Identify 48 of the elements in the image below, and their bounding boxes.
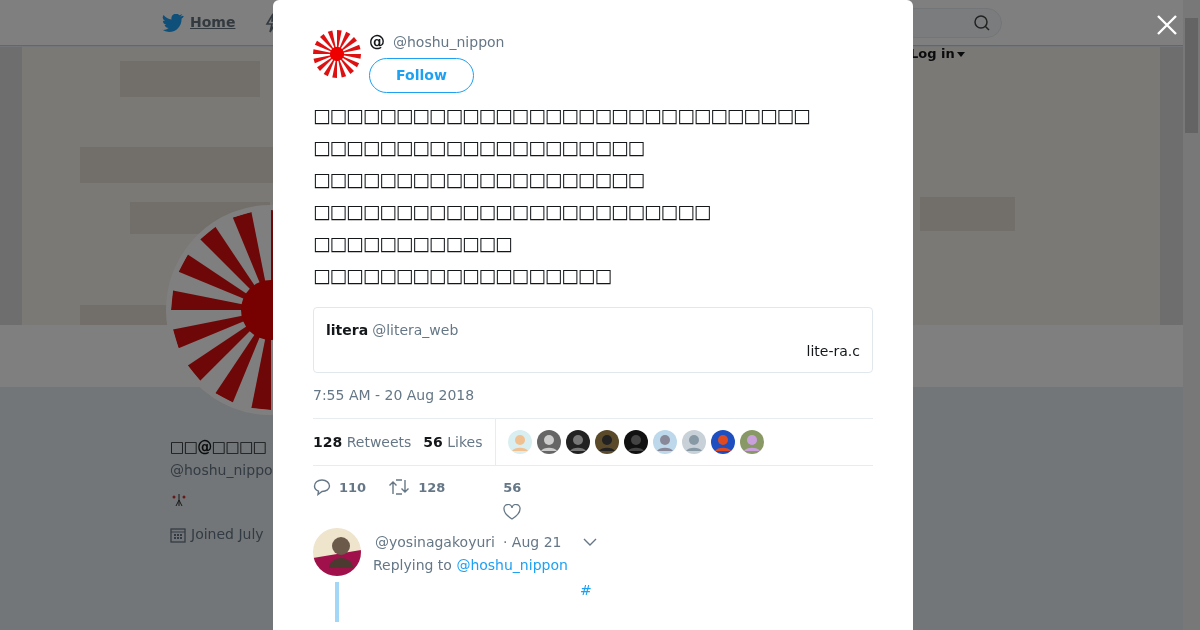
- reply-time[interactable]: · Aug 21: [502, 532, 562, 553]
- avatar: [507, 430, 532, 454]
- like-count[interactable]: 56 Likes: [423, 431, 483, 453]
- quoted-card[interactable]: litera @litera_web lite-ra.c: [313, 307, 873, 373]
- reply-handle[interactable]: @yosinagakoyuri: [375, 532, 495, 553]
- retweet-count[interactable]: 128 Retweets: [313, 431, 412, 453]
- avatar: [652, 430, 677, 454]
- like-count: 56: [503, 479, 522, 497]
- tweet-text: □□□□□□□□□□□□□□□□□□□□□□□□□□□□□□: [313, 103, 811, 128]
- chevron-icon[interactable]: [583, 538, 598, 547]
- user-handle: @hoshu_nippon: [393, 33, 505, 52]
- tweet-text: □□□□□□□□□□□□: [313, 231, 513, 256]
- avatar: [565, 430, 590, 454]
- reply-icon[interactable]: [313, 478, 331, 496]
- avatar: [681, 430, 706, 454]
- quoted-name: litera: [326, 321, 369, 340]
- tweet-text: □□□□□□□□□□□□□□□□□□: [313, 263, 612, 288]
- avatar: [739, 430, 764, 454]
- profile-handle: @hoshu_nippo: [170, 461, 273, 480]
- tweet-text: □□□□□□□□□□□□□□□□□□□□: [313, 167, 646, 192]
- hashtag-link[interactable]: #: [580, 580, 592, 601]
- user-name: @: [369, 31, 385, 53]
- avatar: [594, 430, 619, 454]
- join-date: Joined July: [191, 525, 264, 544]
- tweet-text: □□□□□□□□□□□□□□□□□□□□□□□□: [313, 199, 712, 224]
- quoted-handle: @litera_web: [372, 321, 459, 340]
- tweet-text: □□□□□□□□□□□□□□□□□□□□: [313, 135, 646, 160]
- retweet-icon[interactable]: [388, 478, 411, 496]
- caret-icon: [956, 52, 965, 57]
- bio-icon: [172, 492, 186, 508]
- close-button[interactable]: [1155, 12, 1179, 36]
- bird-icon: [162, 13, 184, 32]
- timestamp: 7:55 AM - 20 Aug 2018: [313, 386, 476, 405]
- search-icon: [973, 14, 991, 32]
- avatar: [313, 528, 361, 576]
- follow-button[interactable]: Follow: [369, 58, 474, 93]
- avatar: [710, 430, 735, 454]
- home-link[interactable]: Home: [162, 12, 236, 33]
- profile-name: □□@□□□□: [170, 437, 267, 458]
- quoted-link[interactable]: lite-ra.c: [326, 341, 860, 362]
- avatar: [536, 430, 561, 454]
- reply-count: 110: [339, 479, 367, 497]
- heart-icon[interactable]: [503, 503, 522, 520]
- avatar: [623, 430, 648, 454]
- calendar-icon: [170, 526, 186, 543]
- replying-to: Replying to @hoshu_nippon: [373, 556, 569, 575]
- mention-link[interactable]: @hoshu_nippon: [456, 557, 568, 573]
- retweet-count: 128: [418, 479, 446, 497]
